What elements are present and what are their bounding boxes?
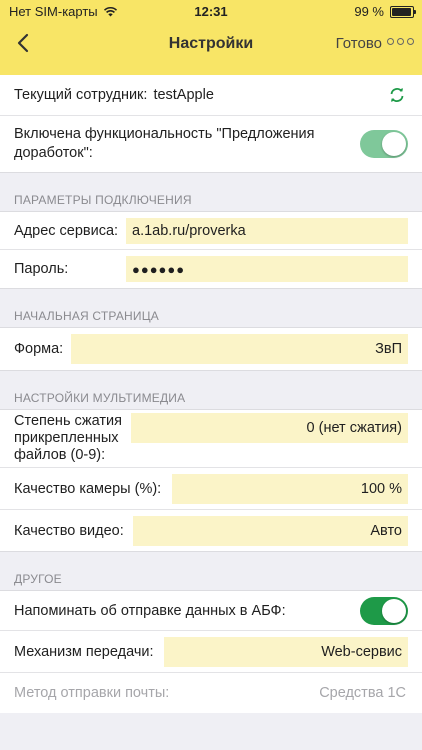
improvements-label: Включена функциональность "Предложения д… xyxy=(14,125,314,163)
more-dot xyxy=(387,38,394,45)
password-label: Пароль: xyxy=(14,261,69,277)
toggle-knob xyxy=(382,132,406,156)
other-header: ДРУГОЕ xyxy=(0,551,422,591)
more-dot xyxy=(397,38,404,45)
video-label: Качество видео: xyxy=(14,522,124,539)
more-dot xyxy=(407,38,414,45)
settings-list: Текущий сотрудник: testApple Включена фу… xyxy=(0,75,422,713)
remind-toggle[interactable] xyxy=(360,596,408,625)
compress-label-line2: прикрепленных xyxy=(14,430,119,446)
compress-label-line3: файлов (0-9): xyxy=(14,447,106,463)
start-page-header: НАЧАЛЬНАЯ СТРАНИЦА xyxy=(0,288,422,328)
compress-row: Степень сжатия прикрепленных файлов (0-9… xyxy=(0,410,422,468)
multimedia-header: НАСТРОЙКИ МУЛЬТИМЕДИА xyxy=(0,370,422,410)
employee-value: testApple xyxy=(153,87,214,103)
battery: 99 % xyxy=(354,4,416,19)
battery-percent: 99 % xyxy=(354,4,384,19)
improvements-label-line2: доработок": xyxy=(14,145,93,161)
mail-label: Метод отправки почты: xyxy=(14,685,170,701)
transfer-label: Механизм передачи: xyxy=(14,643,154,660)
remind-label: Напоминать об отправке данных в АБФ: xyxy=(14,602,286,619)
form-select[interactable]: ЗвП xyxy=(71,334,408,364)
other-group: Напоминать об отправке данных в АБФ: Мех… xyxy=(0,591,422,713)
battery-icon xyxy=(390,5,416,18)
back-chevron-icon[interactable] xyxy=(12,31,36,55)
service-row: Адрес сервиса: a.1ab.ru/proverka xyxy=(0,212,422,250)
camera-quality-input[interactable]: 100 % xyxy=(172,473,408,504)
password-row: Пароль: ●●●●●● xyxy=(0,250,422,288)
connection-header: ПАРАМЕТРЫ ПОДКЛЮЧЕНИЯ xyxy=(0,172,422,212)
compress-label-line1: Степень сжатия xyxy=(14,413,122,429)
done-button[interactable]: Готово xyxy=(336,35,382,52)
improvements-toggle[interactable] xyxy=(360,130,408,158)
video-row: Качество видео: Авто xyxy=(0,510,422,551)
more-icon[interactable] xyxy=(387,38,414,45)
service-label: Адрес сервиса: xyxy=(14,222,119,239)
mail-row: Метод отправки почты: Средства 1С xyxy=(0,673,422,713)
employee-label: Текущий сотрудник: xyxy=(14,87,148,103)
compress-label: Степень сжатия прикрепленных файлов (0-9… xyxy=(14,413,122,464)
service-address-input[interactable]: a.1ab.ru/proverka xyxy=(126,217,408,244)
refresh-icon[interactable] xyxy=(388,86,406,104)
transfer-select[interactable]: Web-сервис xyxy=(164,636,408,667)
form-row: Форма: ЗвП xyxy=(0,328,422,370)
start-page-group: Форма: ЗвП xyxy=(0,328,422,370)
form-label: Форма: xyxy=(14,341,64,357)
compress-select[interactable]: 0 (нет сжатия) xyxy=(131,413,408,443)
transfer-row: Механизм передачи: Web-сервис xyxy=(0,631,422,673)
general-group: Текущий сотрудник: testApple Включена фу… xyxy=(0,75,422,172)
connection-group: Адрес сервиса: a.1ab.ru/proverka Пароль:… xyxy=(0,212,422,288)
mail-value: Средства 1С xyxy=(319,685,406,701)
camera-label: Качество камеры (%): xyxy=(14,480,162,497)
camera-row: Качество камеры (%): 100 % xyxy=(0,468,422,510)
top-bar: Нет SIM-карты 12:31 99 % Настройки Готов… xyxy=(0,0,422,75)
password-input[interactable]: ●●●●●● xyxy=(126,256,408,282)
toggle-knob xyxy=(382,598,406,623)
nav-bar: Настройки Готово xyxy=(0,22,422,65)
improvements-label-line1: Включена функциональность "Предложения xyxy=(14,126,315,142)
employee-row: Текущий сотрудник: testApple xyxy=(0,75,422,116)
status-bar: Нет SIM-карты 12:31 99 % xyxy=(0,0,422,22)
multimedia-group: Степень сжатия прикрепленных файлов (0-9… xyxy=(0,410,422,551)
remind-row: Напоминать об отправке данных в АБФ: xyxy=(0,591,422,631)
improvements-row: Включена функциональность "Предложения д… xyxy=(0,116,422,172)
video-quality-select[interactable]: Авто xyxy=(133,515,408,546)
